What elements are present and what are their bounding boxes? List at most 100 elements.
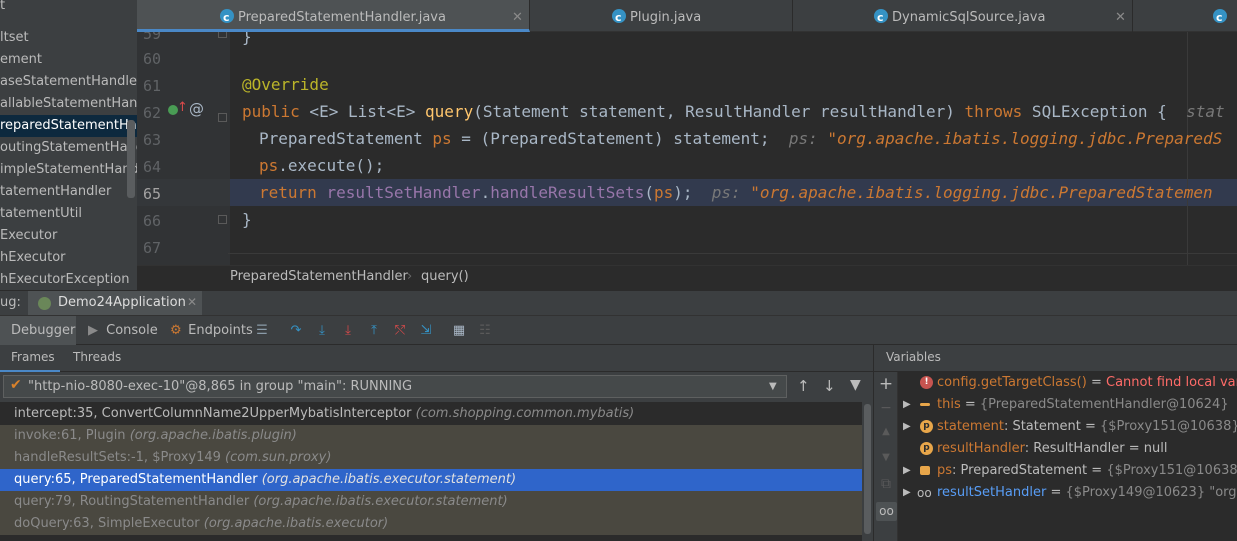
tab-frames[interactable]: Frames (0, 345, 60, 372)
tree-item[interactable]: aseStatementHandler (0, 71, 137, 93)
expand-icon[interactable]: ▶ (903, 482, 911, 504)
parameter-icon: p (920, 420, 933, 433)
breadcrumb: PreparedStatementHandler › query() (137, 265, 1237, 290)
tree-item[interactable]: ement (0, 49, 137, 71)
tree-item[interactable]: hExecutor (0, 247, 137, 269)
variable-row[interactable]: ▶ oo resultSetHandler = {$Proxy149@10623… (898, 482, 1237, 504)
evaluate-expression-icon[interactable]: ▦ (451, 323, 467, 339)
tree-item[interactable]: outingStatementHand (0, 137, 137, 159)
variable-row[interactable]: ▶ p statement: Statement = {$Proxy151@10… (898, 416, 1237, 438)
code-line-62: public <E> List<E> query(Statement state… (242, 102, 1225, 121)
thread-dropdown[interactable]: ✔ "http-nio-8080-exec-10"@8,865 in group… (3, 375, 787, 398)
copy-icon: ⧉ (881, 476, 891, 492)
show-watches-icon[interactable]: oo (876, 502, 897, 521)
variable-row[interactable]: ▶ ps: PreparedStatement = {$Proxy151@106… (898, 460, 1237, 482)
frames-scrollbar[interactable] (864, 404, 871, 534)
tab-overflow[interactable] (1133, 0, 1237, 35)
fold-marker-icon[interactable] (218, 215, 227, 224)
variables-title: Variables (886, 350, 941, 364)
tree-item[interactable]: hExecutorException (0, 269, 137, 290)
remove-watch-icon: − (880, 400, 892, 416)
fold-marker-icon[interactable] (218, 113, 227, 122)
debug-toolbar: Debugger ▶ Console ⚙ Endpoints ☰ ↷ ⤓ ⤓ ⤒… (0, 315, 1237, 346)
close-icon[interactable]: ✕ (1115, 0, 1126, 35)
run-to-cursor-icon[interactable]: ⇲ (418, 323, 434, 339)
tree-item[interactable]: allableStatementHandl (0, 93, 137, 115)
class-icon (874, 0, 888, 35)
line-number: 61 (142, 77, 161, 95)
expand-icon[interactable]: ▶ (903, 416, 911, 438)
arrow-down-icon[interactable]: ↓ (823, 377, 836, 395)
code-line-65: return resultSetHandler.handleResultSets… (259, 183, 1213, 202)
expand-icon[interactable]: ▶ (903, 394, 911, 416)
method-separator (228, 253, 1237, 254)
tab-console[interactable]: ▶ Console (86, 316, 158, 346)
chevron-down-icon: ▼ (769, 381, 777, 392)
tab-debugger[interactable]: Debugger (0, 316, 76, 346)
step-over-icon[interactable]: ↷ (288, 323, 304, 339)
frame-list: intercept:35, ConvertColumnName2UpperMyb… (0, 402, 862, 541)
line-number: 64 (142, 158, 161, 176)
line-number: 67 (142, 239, 161, 257)
frame-row[interactable]: doQuery:63, SimpleExecutor (org.apache.i… (0, 513, 862, 535)
tree-scrollbar[interactable] (127, 120, 135, 198)
error-icon: ! (920, 376, 933, 389)
class-icon (612, 0, 626, 35)
frame-row[interactable]: intercept:35, ConvertColumnName2UpperMyb… (0, 403, 862, 425)
add-watch-icon[interactable]: + (878, 374, 894, 394)
move-up-icon: ▲ (882, 426, 890, 437)
expand-icon[interactable]: ▶ (903, 460, 911, 482)
tab-endpoints[interactable]: ⚙ Endpoints (168, 316, 253, 346)
code-line-61: @Override (242, 75, 329, 94)
editor-tab-bar: PreparedStatementHandler.java ✕ Plugin.j… (137, 0, 1237, 35)
variable-row[interactable]: ▶ this = {PreparedStatementHandler@10624… (898, 394, 1237, 416)
debug-session-tab[interactable]: Demo24Application ✕ (28, 291, 202, 315)
tab-threads[interactable]: Threads (73, 345, 121, 372)
fold-marker-icon[interactable] (218, 32, 227, 38)
frames-panel-header: Frames Threads (0, 345, 873, 372)
frame-row[interactable]: query:79, RoutingStatementHandler (org.a… (0, 491, 862, 513)
frame-row[interactable]: handleResultSets:-1, $Proxy149 (com.sun.… (0, 447, 862, 469)
field-icon (920, 403, 930, 406)
variables-panel-header: Variables (873, 345, 1237, 372)
annotation-icon: @ (189, 100, 204, 118)
step-into-icon[interactable]: ⤓ (314, 323, 330, 339)
tab-dynamic-sql-source[interactable]: DynamicSqlSource.java ✕ (793, 0, 1133, 35)
variable-row[interactable]: p resultHandler: ResultHandler = null (898, 438, 1237, 460)
breadcrumb-separator: › (407, 269, 413, 284)
up-arrow-icon: ↑ (177, 100, 188, 115)
close-icon[interactable]: ✕ (187, 295, 197, 309)
tree-item[interactable]: ltset (0, 27, 137, 49)
force-step-into-icon[interactable]: ⤓ (340, 323, 356, 339)
tree-item[interactable]: tatementUtil (0, 203, 137, 225)
frame-row-selected[interactable]: query:65, PreparedStatementHandler (org.… (0, 469, 862, 491)
tree-item[interactable]: tatementHandler (0, 181, 137, 203)
breadcrumb-class[interactable]: PreparedStatementHandler (230, 266, 408, 288)
project-tree: t ltset ement aseStatementHandler allabl… (0, 0, 137, 290)
line-number: 63 (142, 131, 161, 149)
step-out-icon[interactable]: ⤒ (366, 323, 382, 339)
tab-plugin[interactable]: Plugin.java (530, 0, 793, 35)
close-icon[interactable]: ✕ (512, 0, 523, 35)
debug-tool-window-title: ug: Demo24Application ✕ (0, 290, 1237, 315)
line-number: 66 (142, 212, 161, 230)
frame-row[interactable]: invoke:61, Plugin (org.apache.ibatis.plu… (0, 425, 862, 447)
tree-item[interactable]: t (0, 0, 137, 17)
tree-item-selected[interactable]: reparedStatementHand (0, 115, 137, 137)
menu-icon[interactable]: ☰ (254, 323, 270, 339)
move-down-icon: ▼ (882, 452, 890, 463)
drop-frame-icon[interactable]: ⤲ (392, 323, 408, 339)
class-icon (220, 0, 234, 35)
tree-item[interactable]: impleStatementHandler (0, 159, 137, 181)
parameter-icon: p (920, 442, 933, 455)
arrow-up-icon[interactable]: ↑ (797, 377, 810, 395)
code-editor[interactable]: 59 60 61 62 63 64 65 66 67 ↑ @ } @Overri… (137, 32, 1237, 265)
breadcrumb-method[interactable]: query() (421, 266, 469, 288)
line-number: 62 (142, 104, 161, 122)
code-line-66: } (242, 210, 252, 229)
filter-icon[interactable]: ▼ (850, 377, 861, 393)
tree-item[interactable]: Executor (0, 225, 137, 247)
variable-row[interactable]: ! config.getTargetClass() = Cannot find … (898, 372, 1237, 394)
variables-toolbar: + − ▲ ▼ ⧉ oo (873, 372, 898, 541)
tab-prepared-statement-handler[interactable]: PreparedStatementHandler.java ✕ (137, 0, 530, 35)
